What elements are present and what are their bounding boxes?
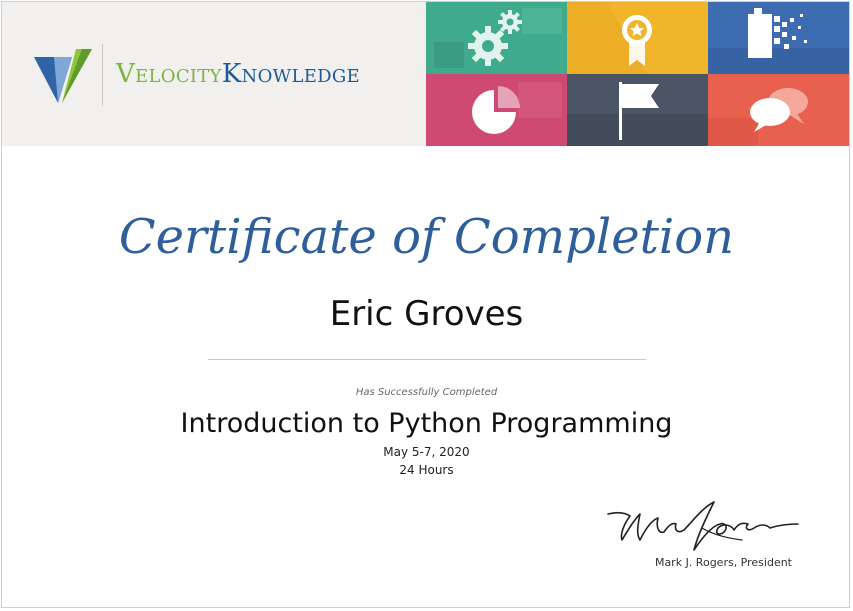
award-ribbon-icon [567,2,708,74]
logo-divider [102,44,103,106]
flag-icon [567,74,708,146]
name-underline [208,359,646,360]
speech-bubbles-icon [708,74,849,146]
signature-icon [607,501,799,551]
gears-tile [426,2,567,74]
certificate-header: VelocityKnowledge [2,2,849,146]
chat-tile [708,74,849,146]
certificate: VelocityKnowledge Certificate of Complet… [1,1,850,608]
brand-name: VelocityKnowledge [116,59,360,89]
course-hours: 24 Hours [399,463,454,477]
pie-chart-icon [426,74,567,146]
velocity-logo-icon [34,49,92,103]
brand-name-velocity: Velocity [116,59,222,89]
award-tile [567,2,708,74]
header-tile-grid [426,2,849,146]
course-dates: May 5-7, 2020 [383,445,470,459]
flag-tile [567,74,708,146]
signer-name: Mark J. Rogers, President [654,556,792,569]
pixel-dissolve-icon [708,2,849,74]
completed-label: Has Successfully Completed [355,387,498,398]
brand-name-knowledge: Knowledge [221,59,360,89]
gears-icon [426,2,567,74]
recipient-name: Eric Groves [329,294,524,334]
pie-tile [426,74,567,146]
course-title: Introduction to Python Programming [180,408,673,439]
pixel-tile [708,2,849,74]
certificate-title: Certificate of Completion [118,209,735,265]
